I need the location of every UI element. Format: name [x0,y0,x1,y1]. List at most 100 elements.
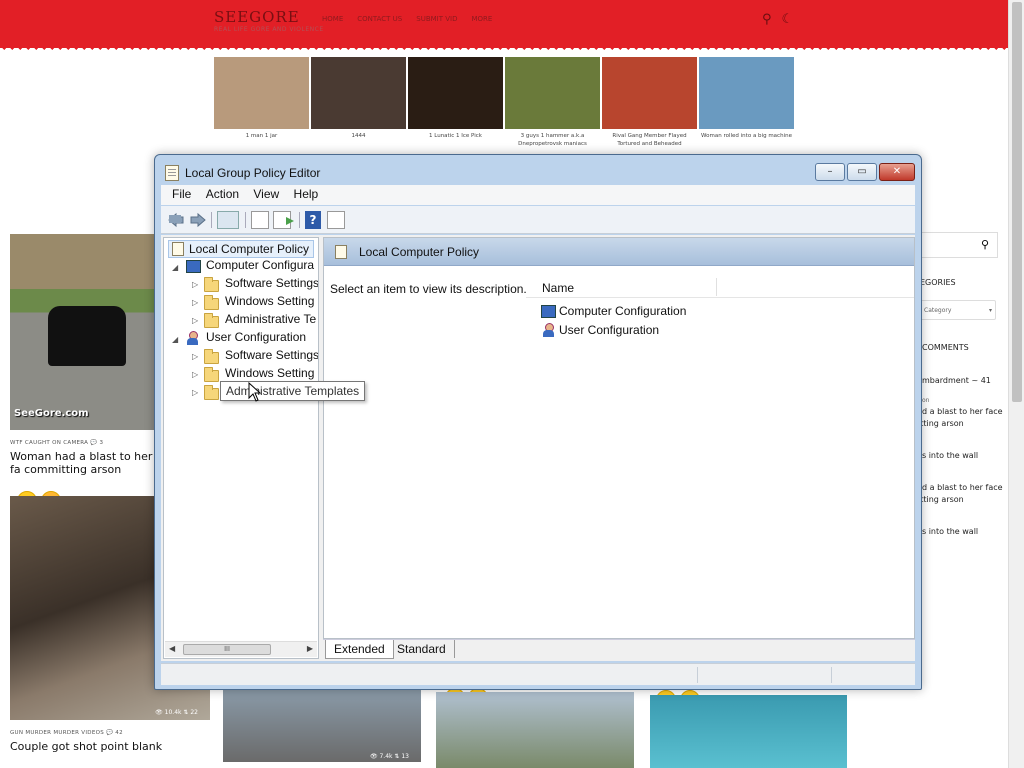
show-action-pane-icon[interactable] [327,211,345,229]
thumbnail-caption[interactable]: 1 Lunatic 1 Ice Pick [408,132,503,140]
toolbar-separator [211,212,212,228]
comment-link[interactable]: s into the wall [922,527,978,536]
toolbar-separator [245,212,246,228]
comment-link[interactable]: mbardment ~ 41 [922,376,991,385]
post-thumbnail[interactable]: 👁 7.4k ⇅ 13 [223,690,421,762]
nav-more[interactable]: MORE [471,15,492,23]
thumbnail-image[interactable] [214,57,309,129]
thumbnail-item[interactable]: 1 man 1 jar [214,57,309,148]
featured-thumbnails: 1 man 1 jar 1444 1 Lunatic 1 Ice Pick 3 … [214,57,794,148]
details-pane: Local Computer Policy Select an item to … [323,237,915,639]
tree-item-windows-settings[interactable]: Windows Setting [225,366,314,380]
back-arrow-icon[interactable] [167,211,185,229]
expand-icon[interactable]: ▷ [192,316,198,325]
comment-link[interactable]: s into the wall [922,451,978,460]
thumbnail-caption[interactable]: 1 man 1 jar [214,132,309,140]
list-item-user-configuration[interactable]: User Configuration [541,323,659,337]
comment-link[interactable]: d a blast to her face [922,407,1003,416]
expand-icon[interactable]: ▷ [192,370,198,379]
thumbnail-item[interactable]: Rival Gang Member Flayed Tortured and Be… [602,57,697,148]
search-icon[interactable]: ⚲ [981,238,989,251]
nav-submit[interactable]: SUBMIT VID [416,15,457,23]
forward-arrow-icon[interactable] [189,211,207,229]
thumbnail-caption[interactable]: 1444 [311,132,406,140]
minimize-button[interactable]: – [815,163,845,181]
status-separator [697,667,698,683]
menu-file[interactable]: File [161,185,191,201]
tree-item-administrative-templates[interactable]: Administrative Te [225,312,316,326]
thumbnail-caption[interactable]: Woman rolled into a big machine [699,132,794,140]
folder-icon [204,277,219,292]
show-hide-console-tree-icon[interactable] [217,211,239,229]
thumbnail-image[interactable] [505,57,600,129]
tree-item-user-configuration[interactable]: User Configuration [206,330,306,344]
console-tree[interactable]: Local Computer Policy ◢ Computer Configu… [163,237,319,659]
thumbnail-item[interactable]: 1 Lunatic 1 Ice Pick [408,57,503,148]
list-item-computer-configuration[interactable]: Computer Configuration [541,304,686,318]
post-thumbnail[interactable] [436,692,634,768]
comment-link[interactable]: d a blast to her face [922,483,1003,492]
tree-item-windows-settings[interactable]: Windows Setting [225,294,314,308]
expand-icon[interactable]: ▷ [192,388,198,397]
menu-help[interactable]: Help [283,185,319,201]
tab-extended[interactable]: Extended [325,640,394,659]
scrollbar-thumb[interactable] [1012,2,1022,402]
site-logo[interactable]: SEEGORE [214,8,300,26]
thumbnail-image[interactable] [311,57,406,129]
scroll-left-icon[interactable]: ◀ [169,644,175,653]
column-divider[interactable] [716,278,717,296]
collapse-icon[interactable]: ◢ [172,263,178,272]
post-stats: 👁 10.4k ⇅ 22 [155,709,198,716]
tree-item-computer-configuration[interactable]: Computer Configura [206,258,314,272]
thumbnail-caption[interactable]: Rival Gang Member Flayed Tortured and Be… [602,132,697,148]
export-list-icon[interactable] [273,211,294,229]
thumbnail-image[interactable] [602,57,697,129]
policy-document-icon [165,165,179,181]
post-title[interactable]: Couple got shot point blank [10,740,210,753]
thumbnail-item[interactable]: Woman rolled into a big machine [699,57,794,148]
comment-link[interactable]: itting arson [918,495,964,504]
post-tags[interactable]: GUN MURDER MURDER VIDEOS 💬 42 [10,730,210,736]
search-icon[interactable]: ⚲ [762,12,772,27]
collapse-icon[interactable]: ◢ [172,335,178,344]
maximize-button[interactable]: ▭ [847,163,877,181]
post-thumbnail[interactable] [650,695,847,768]
tree-horizontal-scrollbar[interactable]: ◀ III ▶ [165,641,317,657]
menu-bar: File Action View Help [161,185,915,205]
page-scrollbar[interactable] [1008,0,1024,768]
close-button[interactable]: ✕ [879,163,915,181]
comment-icon: 💬 [106,730,114,736]
menu-action[interactable]: Action [195,185,239,201]
expand-icon[interactable]: ▷ [192,352,198,361]
status-bar [161,663,915,685]
nav-contact[interactable]: CONTACT US [357,15,402,23]
thumbnail-item[interactable]: 1444 [311,57,406,148]
item-description: Select an item to view its description. [330,282,527,296]
post-title[interactable]: Woman had a blast to her fa committing a… [10,450,160,476]
scrollbar-thumb[interactable]: III [183,644,271,655]
sidebar-search[interactable]: ⚲ [920,232,998,258]
thumbnail-caption[interactable]: 3 guys 1 hammer a.k.a Dnepropetrovsk man… [505,132,600,148]
menu-view[interactable]: View [242,185,279,201]
folder-icon [204,313,219,328]
thumbnail-image[interactable] [699,57,794,129]
category-select[interactable]: Category ▾ [920,300,996,320]
tree-item-software-settings[interactable]: Software Settings [225,276,318,290]
thumbnail-image[interactable] [408,57,503,129]
thumbnail-item[interactable]: 3 guys 1 hammer a.k.a Dnepropetrovsk man… [505,57,600,148]
tree-root-item[interactable]: Local Computer Policy [168,240,315,258]
scroll-right-icon[interactable]: ▶ [307,644,313,653]
nav-home[interactable]: HOME [322,15,343,23]
expand-icon[interactable]: ▷ [192,298,198,307]
comment-link[interactable]: itting arson [918,419,964,428]
expand-icon[interactable]: ▷ [192,280,198,289]
tree-item-software-settings[interactable]: Software Settings [225,348,318,362]
policy-document-icon [335,245,347,259]
user-icon [186,331,199,345]
help-icon[interactable]: ? [305,211,321,229]
properties-icon[interactable] [251,211,269,229]
tab-standard[interactable]: Standard [389,640,455,658]
policy-document-icon [172,242,184,256]
dark-mode-icon[interactable]: ☾ [782,12,794,27]
column-name[interactable]: Name [542,281,574,295]
